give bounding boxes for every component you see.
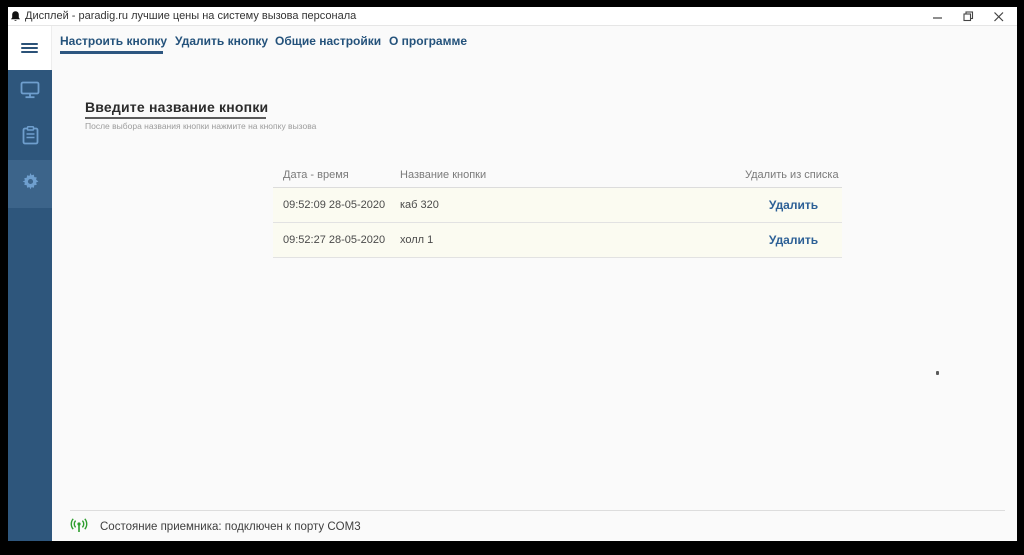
cell-datetime: 09:52:27 28-05-2020 — [283, 234, 386, 246]
button-name-input[interactable]: Введите название кнопки — [85, 99, 268, 115]
header-button-name: Название кнопки — [400, 169, 487, 181]
sidebar-item-log[interactable] — [8, 115, 52, 160]
statusbar-divider — [70, 510, 1005, 511]
tab-configure-button[interactable]: Настроить кнопку — [60, 29, 167, 54]
input-helper-text: После выбора названия кнопки нажмите на … — [85, 121, 317, 131]
cell-button-name: каб 320 — [400, 199, 439, 211]
monitor-icon — [20, 81, 40, 104]
table-row: 09:52:27 28-05-2020 холл 1 Удалить — [273, 223, 842, 258]
titlebar: Дисплей - paradig.ru лучшие цены на сист… — [8, 7, 1017, 26]
delete-link[interactable]: Удалить — [745, 233, 842, 247]
broadcast-icon — [70, 518, 88, 538]
cell-datetime: 09:52:09 28-05-2020 — [283, 199, 386, 211]
receiver-status-text: Состояние приемника: подключен к порту C… — [100, 521, 361, 533]
header-delete: Удалить из списка — [745, 169, 839, 181]
clipboard-icon — [22, 125, 39, 150]
close-button[interactable] — [990, 9, 1008, 24]
minimize-button[interactable] — [929, 9, 947, 24]
input-underline — [85, 117, 266, 119]
buttons-table: Дата - время Название кнопки Удалить из … — [273, 163, 842, 258]
sidebar — [8, 26, 52, 541]
cursor-artifact — [936, 371, 939, 375]
tab-general-settings[interactable]: Общие настройки — [275, 29, 381, 54]
table-header-row: Дата - время Название кнопки Удалить из … — [273, 163, 842, 188]
tab-delete-button[interactable]: Удалить кнопку — [175, 29, 268, 54]
sidebar-item-settings[interactable] — [8, 160, 52, 208]
table-row: 09:52:09 28-05-2020 каб 320 Удалить — [273, 188, 842, 223]
cell-button-name: холл 1 — [400, 234, 434, 246]
app-window: Дисплей - paradig.ru лучшие цены на сист… — [8, 7, 1017, 541]
window-title: Дисплей - paradig.ru лучшие цены на сист… — [25, 10, 357, 22]
menu-button[interactable] — [8, 26, 52, 70]
sidebar-item-display[interactable] — [8, 70, 52, 115]
restore-button[interactable] — [959, 9, 977, 24]
gear-icon — [22, 173, 39, 195]
header-datetime: Дата - время — [283, 169, 349, 181]
app-bell-icon — [9, 10, 22, 23]
tab-about[interactable]: О программе — [389, 29, 467, 54]
delete-link[interactable]: Удалить — [745, 198, 842, 212]
hamburger-icon — [21, 41, 38, 55]
